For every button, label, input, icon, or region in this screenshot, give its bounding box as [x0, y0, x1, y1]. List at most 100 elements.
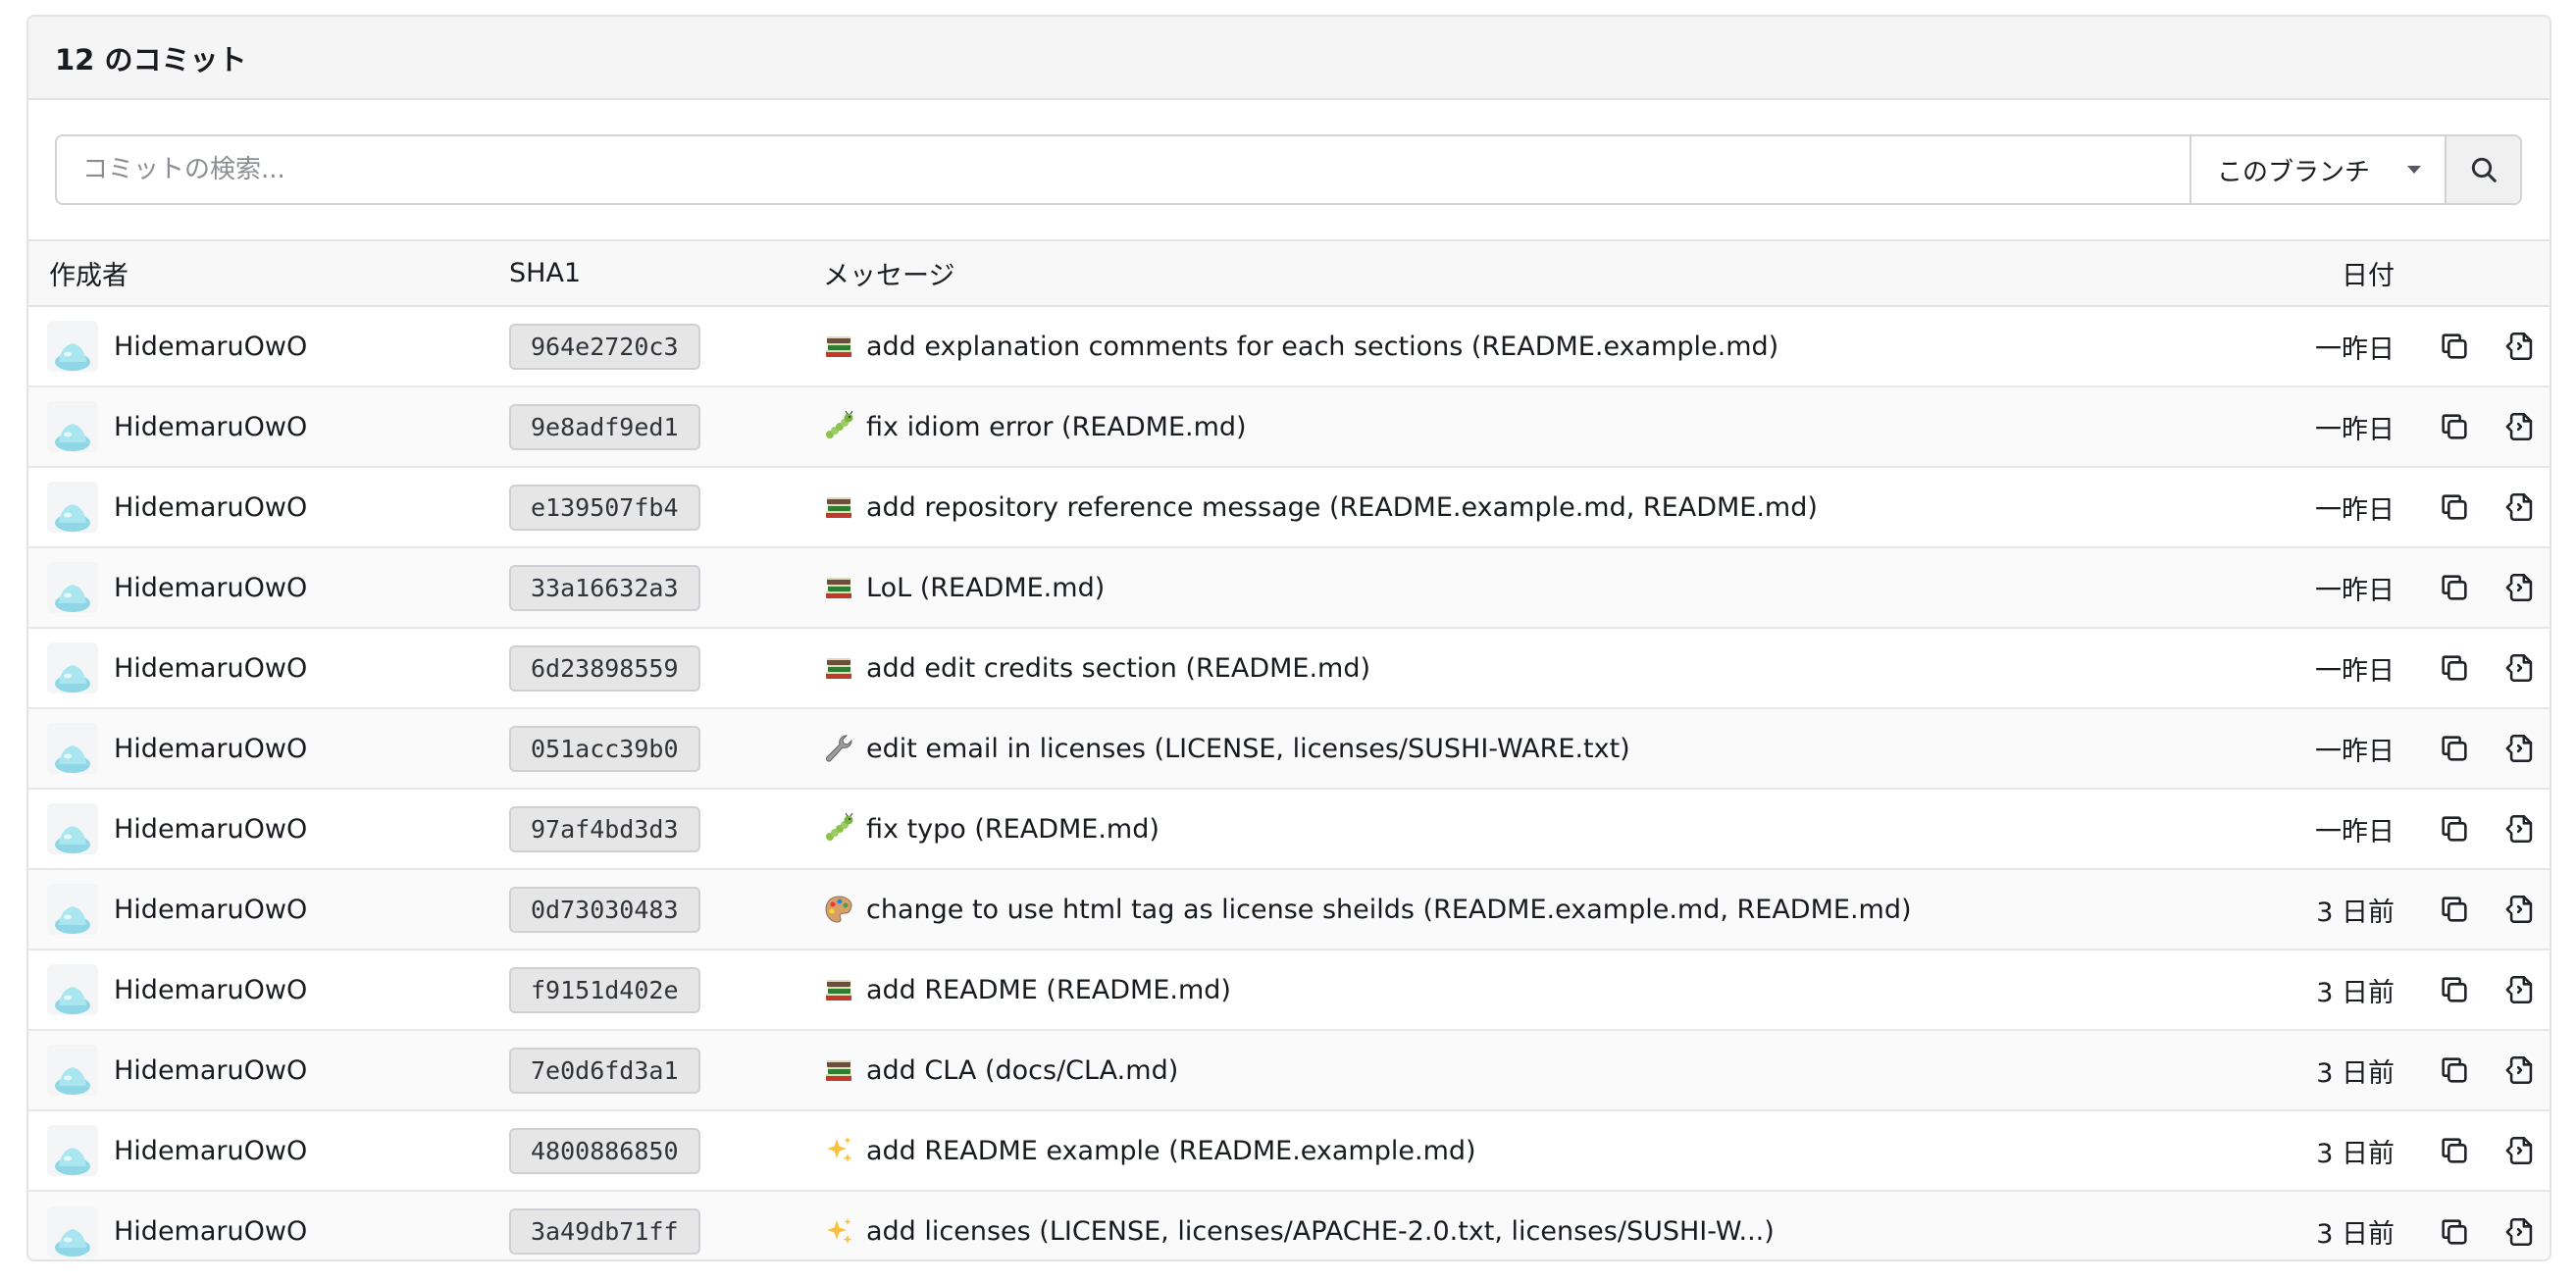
- commit-sha-button[interactable]: 3a49db71ff: [509, 1208, 700, 1255]
- avatar[interactable]: [47, 562, 98, 613]
- commit-author[interactable]: HidemaruOwO: [47, 1206, 509, 1257]
- commit-message[interactable]: LoL (README.md): [866, 573, 1105, 603]
- browse-files-icon[interactable]: [2504, 973, 2538, 1006]
- browse-files-icon[interactable]: [2504, 1134, 2538, 1167]
- avatar[interactable]: [47, 321, 98, 372]
- author-name[interactable]: HidemaruOwO: [114, 492, 307, 523]
- table-row: HidemaruOwO f9151d402e add README (READM…: [28, 949, 2550, 1030]
- author-name[interactable]: HidemaruOwO: [114, 332, 307, 362]
- commit-date: 3 日前: [2316, 977, 2395, 1008]
- row-actions: [2402, 410, 2550, 443]
- table-row: HidemaruOwO 964e2720c3 add explanation c…: [28, 306, 2550, 386]
- copy-icon[interactable]: [2438, 571, 2471, 604]
- author-name[interactable]: HidemaruOwO: [114, 573, 307, 603]
- browse-files-icon[interactable]: [2504, 571, 2538, 604]
- browse-files-icon[interactable]: [2504, 1053, 2538, 1087]
- commit-message[interactable]: change to use html tag as license sheild…: [866, 895, 1912, 925]
- search-bar: このブランチ: [28, 100, 2550, 241]
- copy-icon[interactable]: [2438, 973, 2471, 1006]
- commit-author[interactable]: HidemaruOwO: [47, 884, 509, 935]
- author-name[interactable]: HidemaruOwO: [114, 412, 307, 442]
- commit-sha-button[interactable]: 7e0d6fd3a1: [509, 1047, 700, 1094]
- copy-icon[interactable]: [2438, 893, 2471, 926]
- commit-message[interactable]: add edit credits section (README.md): [866, 653, 1370, 684]
- avatar[interactable]: [47, 723, 98, 774]
- copy-icon[interactable]: [2438, 1134, 2471, 1167]
- caterpillar-icon: [823, 812, 854, 845]
- avatar[interactable]: [47, 884, 98, 935]
- commit-sha-button[interactable]: 9e8adf9ed1: [509, 403, 700, 450]
- browse-files-icon[interactable]: [2504, 812, 2538, 846]
- copy-icon[interactable]: [2438, 732, 2471, 765]
- avatar[interactable]: [47, 642, 98, 693]
- copy-icon[interactable]: [2438, 490, 2471, 524]
- author-name[interactable]: HidemaruOwO: [114, 653, 307, 684]
- commit-message[interactable]: add licenses (LICENSE, licenses/APACHE-2…: [866, 1216, 1775, 1247]
- commit-message[interactable]: add README (README.md): [866, 975, 1231, 1005]
- commit-author[interactable]: HidemaruOwO: [47, 321, 509, 372]
- caterpillar-icon: [823, 410, 854, 442]
- author-name[interactable]: HidemaruOwO: [114, 1216, 307, 1247]
- commit-sha-button[interactable]: 97af4bd3d3: [509, 805, 700, 852]
- commit-message[interactable]: fix typo (README.md): [866, 814, 1159, 845]
- avatar[interactable]: [47, 401, 98, 452]
- copy-icon[interactable]: [2438, 410, 2471, 443]
- avatar[interactable]: [47, 1125, 98, 1176]
- commit-author[interactable]: HidemaruOwO: [47, 562, 509, 613]
- commit-sha-button[interactable]: 051acc39b0: [509, 725, 700, 772]
- avatar[interactable]: [47, 803, 98, 854]
- avatar[interactable]: [47, 1206, 98, 1257]
- commit-message[interactable]: add explanation comments for each sectio…: [866, 332, 1778, 362]
- commit-sha-button[interactable]: 964e2720c3: [509, 323, 700, 370]
- search-button[interactable]: [2445, 136, 2520, 203]
- commit-sha-button[interactable]: 0d73030483: [509, 886, 700, 933]
- author-name[interactable]: HidemaruOwO: [114, 1055, 307, 1086]
- books-icon: [823, 491, 854, 523]
- commit-author[interactable]: HidemaruOwO: [47, 803, 509, 854]
- commit-author[interactable]: HidemaruOwO: [47, 1125, 509, 1176]
- copy-icon[interactable]: [2438, 651, 2471, 685]
- commit-message[interactable]: add CLA (docs/CLA.md): [866, 1055, 1178, 1086]
- author-name[interactable]: HidemaruOwO: [114, 734, 307, 764]
- author-name[interactable]: HidemaruOwO: [114, 895, 307, 925]
- browse-files-icon[interactable]: [2504, 490, 2538, 524]
- commit-author[interactable]: HidemaruOwO: [47, 482, 509, 533]
- author-name[interactable]: HidemaruOwO: [114, 975, 307, 1005]
- browse-files-icon[interactable]: [2504, 330, 2538, 363]
- commit-sha-button[interactable]: 33a16632a3: [509, 564, 700, 611]
- commit-author[interactable]: HidemaruOwO: [47, 723, 509, 774]
- commit-message[interactable]: add repository reference message (README…: [866, 492, 1818, 523]
- commit-sha-button[interactable]: e139507fb4: [509, 484, 700, 531]
- commit-author[interactable]: HidemaruOwO: [47, 964, 509, 1015]
- avatar[interactable]: [47, 482, 98, 533]
- avatar[interactable]: [47, 964, 98, 1015]
- browse-files-icon[interactable]: [2504, 651, 2538, 685]
- avatar[interactable]: [47, 1045, 98, 1096]
- copy-icon[interactable]: [2438, 1053, 2471, 1087]
- copy-icon[interactable]: [2438, 812, 2471, 846]
- commit-message[interactable]: edit email in licenses (LICENSE, license…: [866, 734, 1630, 764]
- commit-date: 一昨日: [2315, 414, 2395, 445]
- browse-files-icon[interactable]: [2504, 732, 2538, 765]
- browse-files-icon[interactable]: [2504, 1215, 2538, 1249]
- commit-sha-button[interactable]: f9151d402e: [509, 966, 700, 1013]
- column-header-author: 作成者: [28, 241, 509, 307]
- author-name[interactable]: HidemaruOwO: [114, 814, 307, 845]
- branch-scope-dropdown[interactable]: このブランチ: [2190, 136, 2445, 203]
- browse-files-icon[interactable]: [2504, 893, 2538, 926]
- row-actions: [2402, 1053, 2550, 1087]
- commit-author[interactable]: HidemaruOwO: [47, 642, 509, 693]
- copy-icon[interactable]: [2438, 330, 2471, 363]
- author-name[interactable]: HidemaruOwO: [114, 1136, 307, 1166]
- commit-search-input[interactable]: [57, 136, 2190, 203]
- copy-icon[interactable]: [2438, 1215, 2471, 1249]
- commit-sha-button[interactable]: 6d23898559: [509, 644, 700, 692]
- column-header-sha: SHA1: [509, 241, 823, 307]
- commit-author[interactable]: HidemaruOwO: [47, 1045, 509, 1096]
- commit-sha-button[interactable]: 4800886850: [509, 1127, 700, 1174]
- browse-files-icon[interactable]: [2504, 410, 2538, 443]
- commit-author[interactable]: HidemaruOwO: [47, 401, 509, 452]
- table-row: HidemaruOwO 9e8adf9ed1 fix idiom error (…: [28, 386, 2550, 467]
- commit-message[interactable]: fix idiom error (README.md): [866, 412, 1247, 442]
- commit-message[interactable]: add README example (README.example.md): [866, 1136, 1476, 1166]
